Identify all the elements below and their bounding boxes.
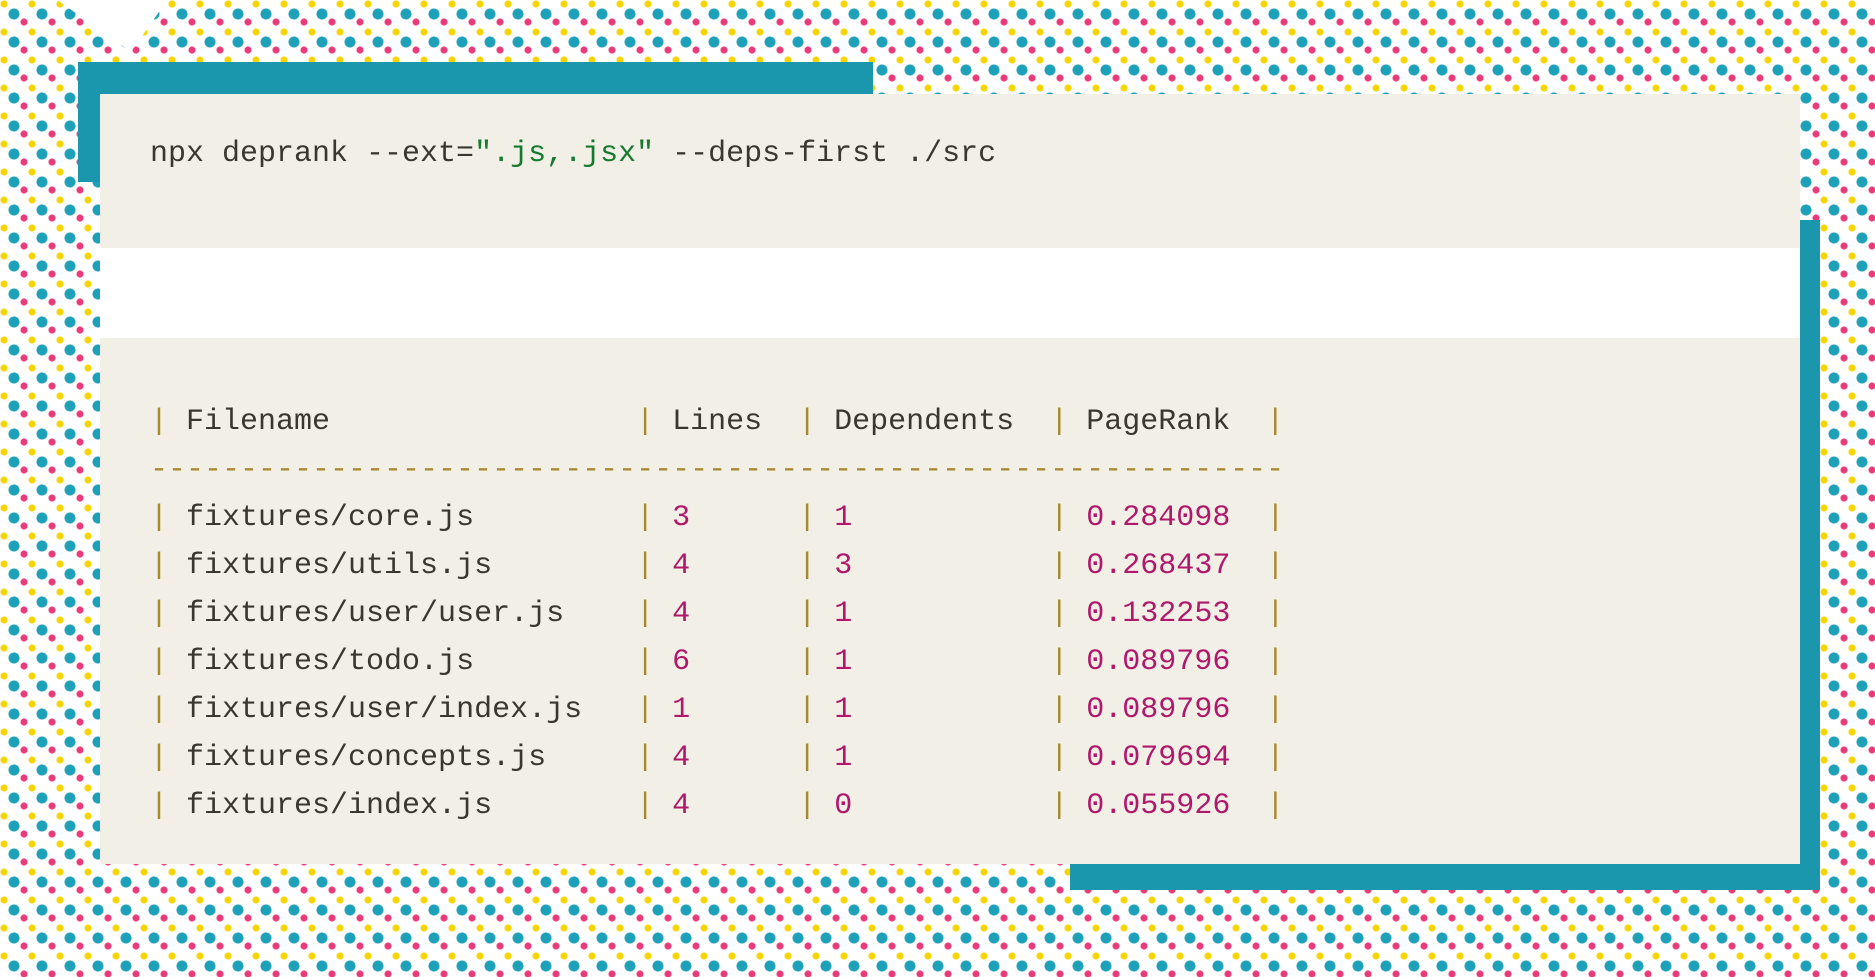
command-code-block: npx deprank --ext=".js,.jsx" --deps-firs… (100, 94, 1800, 248)
output-code-block: | Filename | Lines | Dependents | PageRa… (100, 338, 1800, 864)
content-card: npx deprank --ext=".js,.jsx" --deps-firs… (100, 94, 1800, 864)
